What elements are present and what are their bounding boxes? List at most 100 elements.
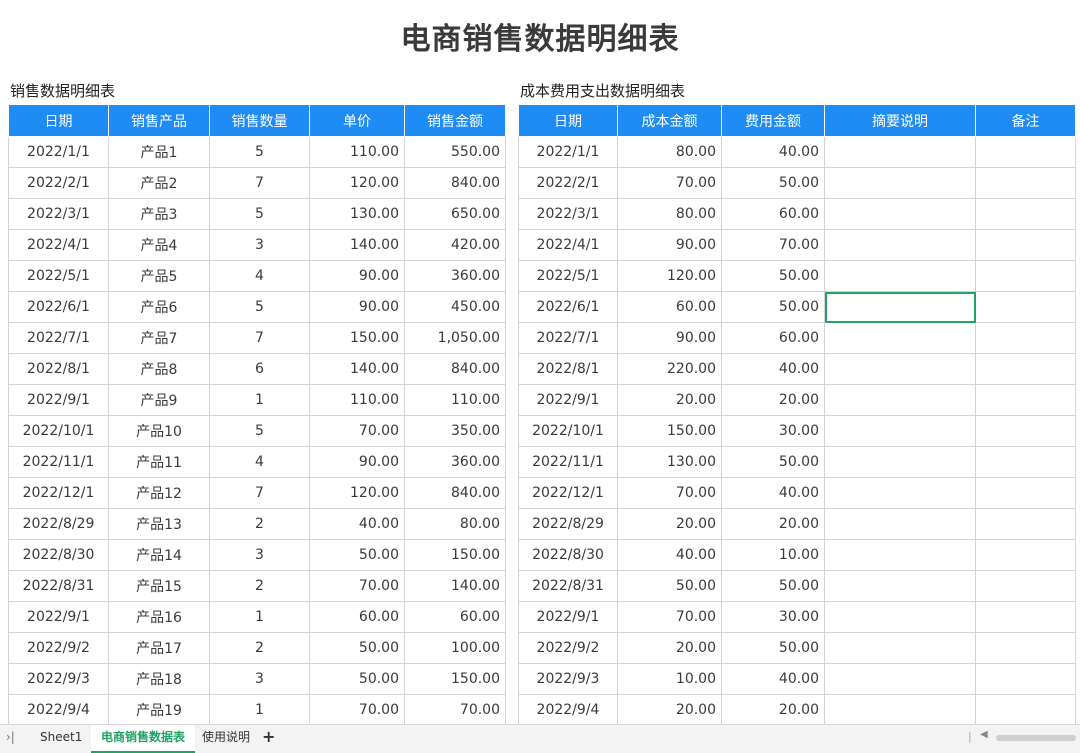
cell-cost-amount[interactable]: 20.00 [617,632,722,664]
cell-cost-amount[interactable]: 70.00 [617,477,722,509]
cell-cost-amount[interactable]: 20.00 [617,508,722,540]
column-header-sales-amount[interactable]: 销售金额 [404,104,506,137]
cell-summary[interactable] [824,167,976,199]
cell-remarks[interactable] [975,291,1076,323]
cell-date[interactable]: 2022/12/1 [8,477,109,509]
cell-expense-amount[interactable]: 60.00 [721,198,825,230]
column-header-expense-amount[interactable]: 费用金额 [721,104,825,137]
cell-expense-amount[interactable]: 10.00 [721,539,825,571]
cell-product[interactable]: 产品6 [108,291,210,323]
cell-remarks[interactable] [975,415,1076,447]
cell-date[interactable]: 2022/2/1 [518,167,618,199]
column-header-product[interactable]: 销售产品 [108,104,210,137]
cell-product[interactable]: 产品8 [108,353,210,385]
cell-date[interactable]: 2022/9/1 [518,601,618,633]
sheet-tab-sales-data[interactable]: 电商销售数据表 [91,725,196,753]
cell-summary[interactable] [824,632,976,664]
cell-product[interactable]: 产品19 [108,694,210,726]
cell-remarks[interactable] [975,229,1076,261]
cell-product[interactable]: 产品13 [108,508,210,540]
cell-date[interactable]: 2022/8/30 [8,539,109,571]
cell-remarks[interactable] [975,632,1076,664]
cell-date[interactable]: 2022/9/4 [518,694,618,726]
cell-remarks[interactable] [975,384,1076,416]
cell-quantity[interactable]: 7 [209,322,310,354]
cell-cost-amount[interactable]: 60.00 [617,291,722,323]
cell-unit-price[interactable]: 90.00 [309,446,405,478]
cell-unit-price[interactable]: 90.00 [309,291,405,323]
cell-remarks[interactable] [975,446,1076,478]
cell-sales-amount[interactable]: 150.00 [404,539,506,571]
cell-product[interactable]: 产品11 [108,446,210,478]
cell-summary[interactable] [824,477,976,509]
cell-expense-amount[interactable]: 30.00 [721,601,825,633]
cell-unit-price[interactable]: 140.00 [309,229,405,261]
column-header-remarks[interactable]: 备注 [975,104,1076,137]
cell-date[interactable]: 2022/9/1 [8,601,109,633]
column-header-quantity[interactable]: 销售数量 [209,104,310,137]
cell-remarks[interactable] [975,198,1076,230]
sheet-tab-sheet1[interactable]: Sheet1 [30,725,92,751]
cell-cost-amount[interactable]: 50.00 [617,570,722,602]
cell-cost-amount[interactable]: 120.00 [617,260,722,292]
cell-date[interactable]: 2022/3/1 [518,198,618,230]
cell-expense-amount[interactable]: 50.00 [721,632,825,664]
cell-cost-amount[interactable]: 70.00 [617,601,722,633]
cell-quantity[interactable]: 3 [209,539,310,571]
cell-cost-amount[interactable]: 80.00 [617,136,722,168]
column-header-cost-amount[interactable]: 成本金额 [617,104,722,137]
cell-quantity[interactable]: 1 [209,601,310,633]
cell-product[interactable]: 产品16 [108,601,210,633]
cell-date[interactable]: 2022/2/1 [8,167,109,199]
scroll-thumb[interactable] [996,735,1076,741]
cell-unit-price[interactable]: 110.00 [309,136,405,168]
cell-expense-amount[interactable]: 60.00 [721,322,825,354]
cell-quantity[interactable]: 6 [209,353,310,385]
cell-product[interactable]: 产品7 [108,322,210,354]
cell-summary[interactable] [824,384,976,416]
cell-product[interactable]: 产品18 [108,663,210,695]
horizontal-scrollbar[interactable]: | ◀ [966,729,1076,745]
cell-date[interactable]: 2022/5/1 [518,260,618,292]
cell-remarks[interactable] [975,260,1076,292]
cell-date[interactable]: 2022/4/1 [518,229,618,261]
cell-quantity[interactable]: 4 [209,260,310,292]
cell-cost-amount[interactable]: 40.00 [617,539,722,571]
cell-product[interactable]: 产品1 [108,136,210,168]
cell-quantity[interactable]: 4 [209,446,310,478]
cell-quantity[interactable]: 5 [209,136,310,168]
cell-expense-amount[interactable]: 50.00 [721,167,825,199]
cell-quantity[interactable]: 2 [209,570,310,602]
cell-product[interactable]: 产品4 [108,229,210,261]
cell-sales-amount[interactable]: 840.00 [404,477,506,509]
cell-sales-amount[interactable]: 110.00 [404,384,506,416]
cell-quantity[interactable]: 7 [209,167,310,199]
cell-product[interactable]: 产品15 [108,570,210,602]
cell-cost-amount[interactable]: 130.00 [617,446,722,478]
cell-date[interactable]: 2022/3/1 [8,198,109,230]
cell-expense-amount[interactable]: 40.00 [721,663,825,695]
cell-quantity[interactable]: 2 [209,508,310,540]
cell-quantity[interactable]: 5 [209,415,310,447]
cell-date[interactable]: 2022/8/29 [8,508,109,540]
cell-unit-price[interactable]: 70.00 [309,415,405,447]
cell-product[interactable]: 产品14 [108,539,210,571]
caret-left-icon[interactable]: ◀ [980,729,988,740]
cell-expense-amount[interactable]: 50.00 [721,446,825,478]
cell-summary[interactable] [824,446,976,478]
cell-expense-amount[interactable]: 30.00 [721,415,825,447]
cell-unit-price[interactable]: 90.00 [309,260,405,292]
cell-unit-price[interactable]: 60.00 [309,601,405,633]
cell-sales-amount[interactable]: 550.00 [404,136,506,168]
cell-quantity[interactable]: 7 [209,477,310,509]
cell-sales-amount[interactable]: 360.00 [404,260,506,292]
cell-date[interactable]: 2022/10/1 [518,415,618,447]
cell-expense-amount[interactable]: 40.00 [721,477,825,509]
cell-date[interactable]: 2022/8/1 [518,353,618,385]
cell-unit-price[interactable]: 150.00 [309,322,405,354]
cell-sales-amount[interactable]: 420.00 [404,229,506,261]
cell-product[interactable]: 产品2 [108,167,210,199]
cell-expense-amount[interactable]: 50.00 [721,570,825,602]
cell-sales-amount[interactable]: 70.00 [404,694,506,726]
cell-expense-amount[interactable]: 20.00 [721,508,825,540]
